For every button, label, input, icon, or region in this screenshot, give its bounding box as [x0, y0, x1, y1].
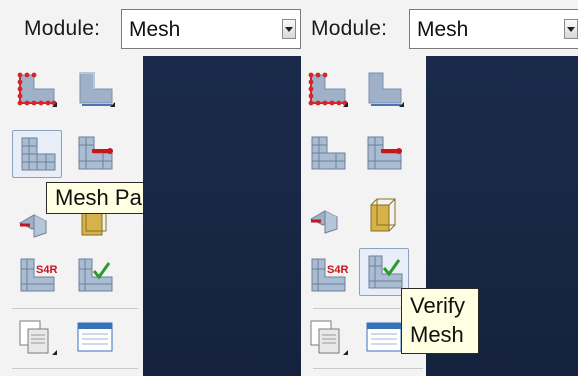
mesh-controls-icon: [309, 210, 339, 234]
mesh-table-button[interactable]: [70, 314, 120, 362]
tooltip-verify-mesh: Verify Mesh: [401, 288, 479, 354]
module-select[interactable]: Mesh: [409, 9, 578, 49]
verify-mesh-icon: [78, 258, 113, 292]
module-row: Module: Mesh: [301, 0, 578, 56]
graphics-viewport[interactable]: [143, 56, 301, 376]
mesh-part-icon: [21, 137, 56, 171]
element-type-label: S4R: [327, 264, 348, 276]
seed-edges-button[interactable]: [70, 66, 120, 114]
tooltip-text: Mesh Part: [55, 185, 156, 210]
chevron-down-icon[interactable]: [282, 19, 296, 39]
seed-part-button[interactable]: [12, 66, 62, 114]
right-panel: Module: Mesh S4R Verify Mesh: [301, 0, 578, 376]
element-type-button[interactable]: S4R: [303, 252, 353, 300]
chevron-down-icon[interactable]: [564, 19, 578, 39]
module-select-value: Mesh: [417, 18, 469, 41]
seed-edges-icon: [79, 72, 115, 107]
module-select-value: Mesh: [129, 18, 181, 41]
verify-mesh-icon: [368, 255, 403, 289]
seed-edges-button[interactable]: [359, 66, 409, 114]
seed-edges-icon: [368, 72, 404, 107]
mesh-query-button[interactable]: [303, 314, 353, 362]
mesh-region-icon: [367, 136, 402, 170]
module-label: Module:: [311, 17, 388, 40]
seed-part-icon: [308, 72, 348, 107]
verify-mesh-button[interactable]: [70, 252, 120, 300]
document-icon: [19, 320, 57, 355]
table-window-icon: [366, 322, 402, 352]
module-label: Module:: [24, 17, 101, 40]
left-panel: Module: Mesh S4R Mesh Part: [0, 0, 301, 376]
tooltip-text-line1: Verify: [410, 293, 466, 318]
toolbox: S4R: [0, 56, 166, 376]
assign-element-type-3d-button[interactable]: [359, 192, 409, 240]
element-type-icon: S4R: [20, 258, 57, 292]
module-row: Module: Mesh: [0, 0, 301, 56]
mesh-region-button[interactable]: [359, 130, 409, 178]
element-type-label: S4R: [36, 264, 57, 276]
mesh-region-icon: [78, 136, 113, 170]
element-type-button[interactable]: S4R: [12, 252, 62, 300]
mesh-controls-button[interactable]: [303, 192, 353, 240]
element-type-icon: S4R: [311, 258, 348, 292]
mesh-part-button[interactable]: [12, 130, 62, 178]
table-window-icon: [77, 322, 113, 352]
screenshot-root: Module: Mesh S4R Mesh Part Module: Mesh …: [0, 0, 578, 376]
seed-part-icon: [17, 72, 57, 107]
toolbox-divider: [12, 308, 138, 309]
toolbox-divider-bottom: [313, 368, 423, 369]
mesh-part-button[interactable]: [303, 130, 353, 178]
element-frame-icon: [370, 198, 396, 232]
seed-part-button[interactable]: [303, 66, 353, 114]
module-select[interactable]: Mesh: [121, 9, 301, 49]
mesh-region-button[interactable]: [70, 130, 120, 178]
document-icon: [310, 320, 348, 355]
toolbox-divider-bottom: [12, 368, 138, 369]
mesh-query-button[interactable]: [12, 314, 62, 362]
mesh-part-icon: [311, 136, 346, 170]
tooltip-text-line2: Mesh: [410, 322, 464, 347]
